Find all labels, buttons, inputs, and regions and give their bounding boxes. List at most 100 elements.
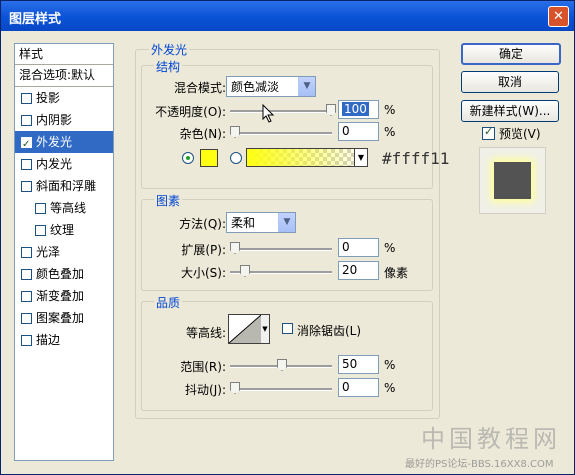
- spread-slider-thumb[interactable]: [230, 242, 240, 254]
- style-item[interactable]: 内发光: [15, 153, 113, 175]
- blend-mode-value: 颜色减淡: [231, 80, 280, 94]
- style-item[interactable]: 纹理: [15, 219, 113, 241]
- blend-mode-select[interactable]: 颜色减淡 ▼: [226, 76, 316, 97]
- style-item-checkbox[interactable]: [21, 246, 32, 258]
- size-slider-thumb[interactable]: [240, 265, 250, 277]
- style-item-checkbox[interactable]: [21, 134, 32, 156]
- blend-mode-label: 混合模式:: [173, 81, 226, 95]
- quality-group: 品质 等高线: ▼ 消除锯齿(L) 范围(R): 50 % 抖动(J): 0 %: [141, 294, 433, 411]
- noise-slider-thumb[interactable]: [230, 126, 240, 138]
- outer-glow-panel: 外发光 结构 混合模式: 颜色减淡 ▼ 不透明度(O): 100 % 杂色(N)…: [133, 41, 449, 429]
- chevron-down-icon: ▼: [278, 213, 295, 232]
- solid-color-radio[interactable]: [182, 152, 194, 164]
- contour-curve-icon: [229, 315, 261, 343]
- jitter-unit: %: [384, 381, 396, 395]
- preview-thumbnail: [494, 162, 531, 199]
- style-list-header[interactable]: 样式: [15, 44, 113, 65]
- jitter-label: 抖动(J):: [185, 383, 226, 397]
- spread-input[interactable]: 0: [338, 238, 379, 257]
- opacity-input[interactable]: 100: [338, 100, 379, 119]
- style-item-checkbox[interactable]: [21, 180, 32, 192]
- spread-label: 扩展(P):: [181, 243, 226, 257]
- opacity-label: 不透明度(O):: [155, 105, 226, 119]
- blend-options-item[interactable]: 混合选项:默认: [15, 65, 113, 87]
- jitter-slider[interactable]: [230, 382, 332, 394]
- watermark-subtext: 最好的PS论坛-BBS.16XX8.COM: [405, 459, 554, 470]
- gradient-radio[interactable]: [230, 152, 242, 164]
- style-item[interactable]: 内阴影: [15, 109, 113, 131]
- dialog-body: 样式 混合选项:默认 投影内阴影外发光内发光斜面和浮雕等高线纹理光泽颜色叠加渐变…: [1, 31, 574, 474]
- jitter-input[interactable]: 0: [338, 378, 379, 397]
- style-item-checkbox[interactable]: [21, 268, 32, 280]
- opacity-slider-thumb[interactable]: [326, 104, 336, 116]
- anti-alias-label: 消除锯齿(L): [297, 324, 362, 338]
- panel-title: 外发光: [149, 41, 190, 58]
- style-item-label: 内发光: [36, 157, 73, 171]
- ok-button[interactable]: 确定: [461, 43, 561, 65]
- style-item[interactable]: 斜面和浮雕: [15, 175, 113, 197]
- style-item[interactable]: 颜色叠加: [15, 263, 113, 285]
- close-button[interactable]: ✕: [548, 6, 569, 27]
- technique-label: 方法(Q):: [179, 217, 226, 231]
- range-slider[interactable]: [230, 359, 332, 371]
- style-item-label: 投影: [36, 91, 61, 105]
- contour-label: 等高线:: [185, 326, 226, 340]
- style-item-label: 光泽: [36, 245, 61, 259]
- chevron-down-icon: ▼: [298, 77, 315, 96]
- preview-label: 预览(V): [499, 127, 541, 141]
- cancel-button[interactable]: 取消: [461, 71, 559, 93]
- style-item[interactable]: 外发光: [15, 131, 113, 156]
- technique-select[interactable]: 柔和 ▼: [226, 212, 296, 233]
- style-item-label: 图案叠加: [36, 311, 85, 325]
- style-item-checkbox[interactable]: [21, 114, 32, 126]
- jitter-slider-thumb[interactable]: [230, 382, 240, 394]
- structure-title: 结构: [154, 58, 183, 75]
- range-input[interactable]: 50: [338, 355, 379, 374]
- glow-color-swatch[interactable]: [200, 149, 218, 167]
- noise-input[interactable]: 0: [338, 122, 379, 141]
- preview-checkbox[interactable]: [482, 125, 495, 140]
- technique-value: 柔和: [231, 216, 256, 230]
- glow-gradient-picker[interactable]: ▼: [246, 148, 368, 167]
- quality-title: 品质: [154, 294, 183, 311]
- noise-slider[interactable]: [230, 126, 332, 138]
- chevron-down-icon[interactable]: ▼: [261, 314, 270, 344]
- style-item-checkbox[interactable]: [35, 224, 46, 236]
- style-item-checkbox[interactable]: [21, 158, 32, 170]
- contour-picker[interactable]: [228, 314, 262, 344]
- style-item[interactable]: 渐变叠加: [15, 285, 113, 307]
- new-style-button[interactable]: 新建样式(W)...: [461, 100, 559, 122]
- style-item-label: 渐变叠加: [36, 289, 85, 303]
- style-item-label: 描边: [36, 333, 61, 347]
- opacity-slider[interactable]: [230, 104, 336, 116]
- style-item[interactable]: 光泽: [15, 241, 113, 263]
- size-input[interactable]: 20: [338, 261, 379, 280]
- spread-slider[interactable]: [230, 242, 332, 254]
- style-item-checkbox[interactable]: [21, 312, 32, 324]
- mouse-cursor-icon: [262, 104, 275, 123]
- size-slider[interactable]: [230, 265, 332, 277]
- range-slider-thumb[interactable]: [277, 359, 287, 371]
- style-item-checkbox[interactable]: [21, 92, 32, 104]
- title-bar[interactable]: 图层样式 ✕: [1, 1, 574, 31]
- watermark-text: 中国教程网: [421, 425, 561, 453]
- anti-alias-checkbox[interactable]: [282, 323, 293, 334]
- style-item[interactable]: 描边: [15, 329, 113, 351]
- style-item-label: 纹理: [50, 223, 75, 237]
- style-item-checkbox[interactable]: [21, 290, 32, 302]
- noise-label: 杂色(N):: [179, 127, 226, 141]
- opacity-unit: %: [384, 103, 396, 117]
- style-item[interactable]: 等高线: [15, 197, 113, 219]
- range-label: 范围(R):: [180, 360, 226, 374]
- color-hex-label: #ffff11: [382, 149, 450, 168]
- size-unit: 像素: [384, 266, 409, 280]
- style-item-checkbox[interactable]: [21, 334, 32, 346]
- style-item[interactable]: 投影: [15, 87, 113, 109]
- chevron-down-icon: ▼: [354, 149, 367, 166]
- style-item[interactable]: 图案叠加: [15, 307, 113, 329]
- style-item-checkbox[interactable]: [35, 202, 46, 214]
- style-list: 样式 混合选项:默认 投影内阴影外发光内发光斜面和浮雕等高线纹理光泽颜色叠加渐变…: [14, 43, 114, 461]
- style-item-label: 外发光: [36, 135, 73, 149]
- preview-toggle[interactable]: 预览(V): [482, 125, 541, 142]
- style-item-label: 内阴影: [36, 113, 73, 127]
